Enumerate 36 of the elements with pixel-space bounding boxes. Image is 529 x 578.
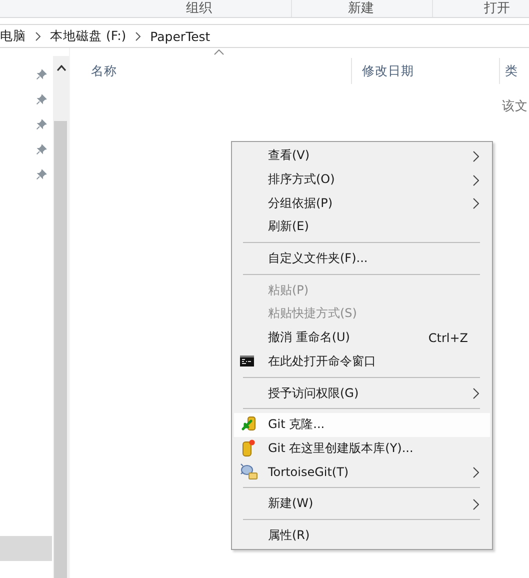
menu-item[interactable]: 在此处打开命令窗口	[234, 350, 490, 374]
menu-item[interactable]: Git 克隆...	[234, 412, 490, 437]
scrollbar-thumb[interactable]	[54, 121, 67, 578]
console-icon	[240, 356, 254, 367]
pin-icon[interactable]	[36, 169, 47, 180]
breadcrumb-item[interactable]: PaperTest	[150, 28, 210, 44]
column-header[interactable]: 类	[500, 58, 529, 84]
menu-item[interactable]: 属性(R)	[234, 524, 490, 548]
menu-item[interactable]: 查看(V)	[234, 144, 490, 168]
ribbon-group-label: 新建	[348, 0, 374, 17]
pin-icon[interactable]	[36, 119, 47, 130]
breadcrumb-item[interactable]: 电脑	[0, 28, 26, 44]
menu-item[interactable]: 授予访问权限(G)	[234, 381, 490, 405]
column-header[interactable]: 名称	[70, 58, 352, 84]
turtle-icon	[240, 463, 258, 482]
menu-item[interactable]: 自定义文件夹(F)...	[234, 246, 490, 270]
pin-icon[interactable]	[36, 69, 47, 80]
chevron-icon[interactable]	[35, 32, 41, 40]
menu-item[interactable]: 撤消 重命名(U) Ctrl+Z	[234, 326, 490, 350]
empty-folder-text: 该文	[502, 98, 529, 115]
chevron-icon[interactable]	[135, 32, 142, 40]
menu-item[interactable]: 新建(W)	[234, 492, 490, 516]
column-header[interactable]: 修改日期	[352, 58, 500, 84]
pin-icon[interactable]	[36, 144, 47, 155]
shortcut-text: Ctrl+Z	[428, 330, 469, 345]
menu-item[interactable]: 刷新(E)	[234, 215, 490, 239]
pin-icon[interactable]	[36, 94, 47, 105]
menu-item[interactable]: Git 在这里创建版本库(Y)...	[234, 436, 490, 460]
ribbon-group-label: 打开	[484, 0, 510, 17]
ribbon-group-label: 组织	[186, 0, 212, 17]
cylinder-icon	[240, 439, 256, 458]
menu-item[interactable]: 分组依据(P)	[234, 191, 490, 216]
scroll-up-icon[interactable]	[56, 65, 66, 71]
breadcrumb-item[interactable]: 本地磁盘 (F:)	[50, 28, 126, 44]
menu-item[interactable]: 排序方式(O)	[234, 168, 490, 192]
menu-item[interactable]: TortoiseGit(T)	[234, 460, 490, 484]
